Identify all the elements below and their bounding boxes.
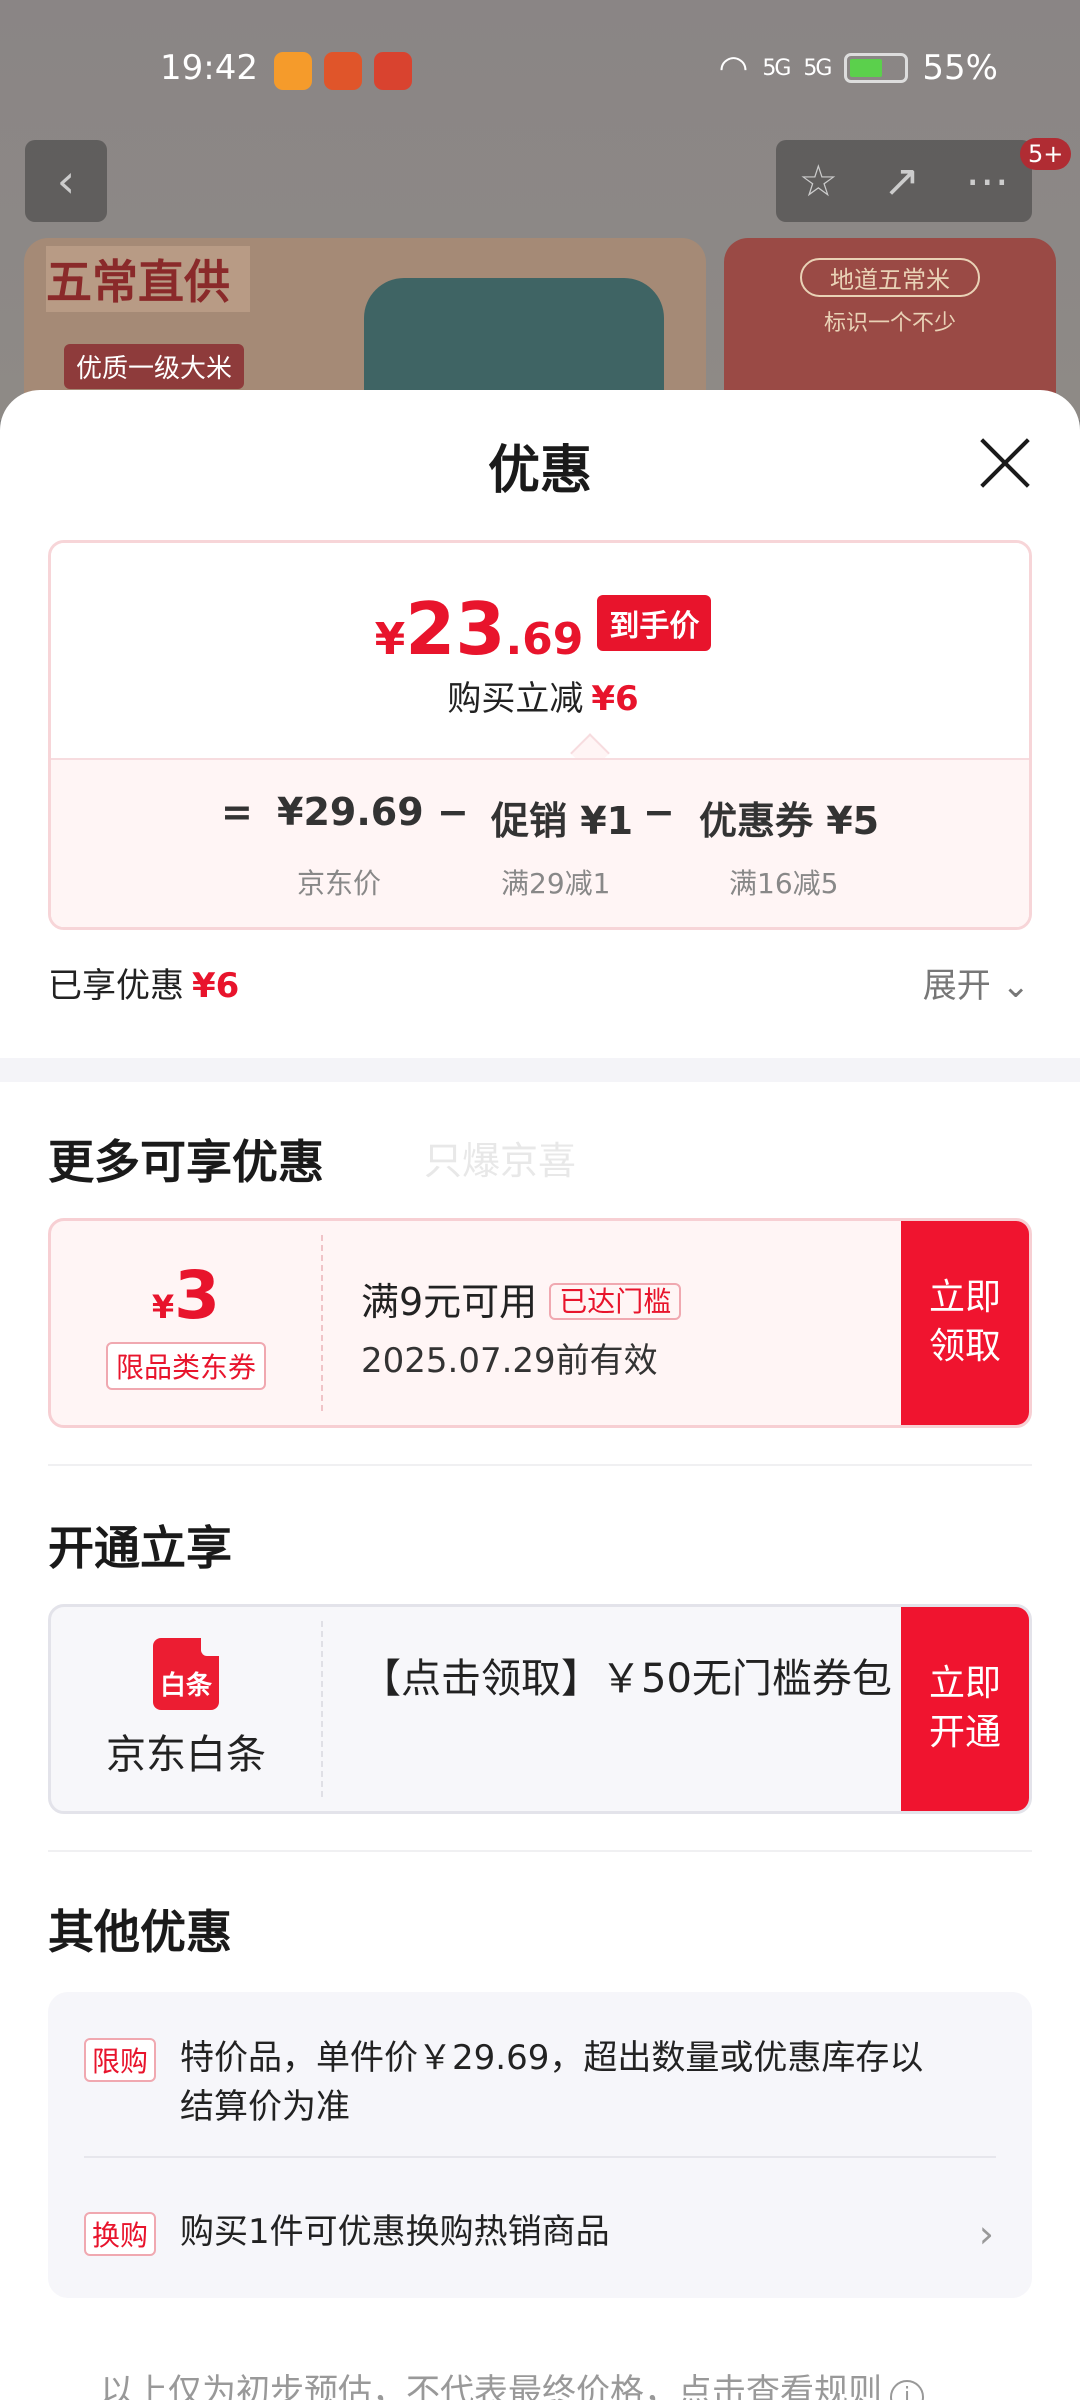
app-notification-icon	[374, 52, 412, 90]
notification-icons	[274, 52, 412, 90]
baitiao-offer-text: 【点击领取】￥50无门槛券包	[361, 1656, 892, 1702]
top-action-bar: ☆ ↗ ⋯	[776, 140, 1032, 222]
formula-minus: −	[643, 790, 675, 834]
claim-coupon-label: 立即 领取	[928, 1277, 1001, 1367]
final-price-section: ¥23.69 到手价 购买立减 ¥6	[51, 543, 1029, 758]
other-discounts-box: 限购 特价品，单件价￥29.69，超出数量或优惠库存以结算价为准 换购 购买1件…	[48, 1992, 1032, 2298]
battery-percent: 55%	[922, 48, 998, 88]
status-bar: 19:42 ◠ 5G 5G 55%	[0, 40, 1080, 104]
app-notification-icon	[274, 52, 312, 90]
formula-equals: =	[221, 790, 253, 834]
open-baitiao-button[interactable]: 立即 开通	[901, 1607, 1029, 1811]
close-icon[interactable]	[978, 436, 1032, 490]
enjoyed-label: 已享优惠	[48, 966, 184, 1006]
jd-price-label: 京东价	[297, 867, 382, 900]
signal-icon: 5G	[762, 55, 791, 81]
reduction-label: 购买立减	[447, 679, 584, 719]
price-decimal: .69	[505, 614, 584, 665]
favorite-star-icon[interactable]: ☆	[799, 156, 838, 207]
promo-label: 满29减1	[501, 867, 611, 900]
price-formula: = ¥29.69 京东价 − 促销 ¥1 满29减1 − 优惠券 ¥5 满16减…	[51, 758, 1029, 927]
coupon-category-tag: 限品类东券	[105, 1341, 266, 1390]
footer-disclaimer[interactable]: 以上仅为初步预估，不代表最终价格，点击查看规则 i	[100, 2364, 924, 2400]
message-badge: 5+	[1020, 138, 1072, 170]
section-divider	[0, 1058, 1080, 1082]
open-baitiao-label: 立即 开通	[928, 1663, 1001, 1753]
info-icon[interactable]: i	[890, 2380, 924, 2400]
footer-text: 以上仅为初步预估，不代表最终价格，点击查看规则	[100, 2372, 882, 2400]
chevron-left-icon: ‹	[56, 154, 76, 208]
open-benefit-title: 开通立享	[48, 1521, 232, 1575]
sheet-title: 优惠	[487, 441, 592, 501]
price-breakdown-card: ¥23.69 到手价 购买立减 ¥6 = ¥29.69 京东价 − 促销 ¥1 满2…	[48, 540, 1032, 930]
divider	[48, 1464, 1032, 1466]
limit-purchase-text: 特价品，单件价￥29.69，超出数量或优惠库存以结算价为准	[180, 2038, 924, 2128]
discount-sheet: 优惠 ¥23.69 到手价 购买立减 ¥6 = ¥29.69 京东价 − 促销 ¥1…	[0, 390, 1080, 2400]
jd-price-value: ¥29.69	[277, 790, 424, 834]
signal-icon: 5G	[803, 55, 832, 81]
coupon-expiry: 2025.07.29前有效	[361, 1341, 658, 1381]
baitiao-icon: 白条	[153, 1638, 219, 1710]
coupon-value: 优惠券 ¥5	[699, 799, 880, 843]
battery-icon	[844, 53, 909, 83]
limit-purchase-tag: 限购	[84, 2038, 157, 2082]
banner-tag: 优质一级大米	[64, 344, 245, 389]
final-price: ¥23.69 到手价	[51, 587, 1029, 671]
row-divider	[84, 2156, 996, 2158]
threshold-met-badge: 已达门槛	[549, 1283, 682, 1320]
coupon-currency: ¥	[151, 1287, 175, 1326]
instant-reduction: 购买立减 ¥6	[51, 671, 1029, 720]
app-notification-icon	[324, 52, 362, 90]
coupon-card: ¥3 限品类东券 满9元可用 已达门槛 2025.07.29前有效 立即 领取	[48, 1218, 1032, 1428]
promo-value: 促销 ¥1	[491, 799, 634, 843]
baitiao-card: 白条 京东白条 【点击领取】￥50无门槛券包 立即 开通	[48, 1604, 1032, 1814]
divider	[48, 1850, 1032, 1852]
watermark-text: 只爆京喜	[424, 1139, 577, 1183]
coupon-amount: ¥3	[152, 1257, 220, 1334]
other-discounts-title: 其他优惠	[48, 1905, 232, 1959]
coupon-label: 满16减5	[729, 867, 839, 900]
banner-title: 五常直供	[46, 246, 250, 312]
banner-right-subtitle: 标识一个不少	[823, 311, 956, 336]
chevron-right-icon[interactable]: ›	[979, 2212, 994, 2256]
baitiao-label: 京东白条	[106, 1732, 266, 1778]
more-icon[interactable]: ⋯	[965, 156, 1009, 207]
claim-coupon-button[interactable]: 立即 领取	[901, 1221, 1029, 1425]
exchange-purchase-text: 购买1件可优惠换购热销商品	[180, 2212, 610, 2252]
coupon-condition: 满9元可用 已达门槛	[361, 1271, 682, 1326]
coupon-dashed-divider	[321, 1235, 323, 1411]
share-icon[interactable]: ↗	[883, 156, 920, 207]
exchange-purchase-tag: 换购	[84, 2212, 157, 2256]
reduction-value: ¥6	[591, 679, 639, 719]
banner-right-title: 地道五常米	[800, 258, 980, 297]
wifi-icon: ◠	[718, 48, 749, 88]
back-button[interactable]: ‹	[25, 140, 107, 222]
baitiao-brand-block: 白条 京东白条	[51, 1607, 321, 1811]
enjoyed-discount: 已享优惠 ¥6	[48, 958, 239, 1007]
coupon-amount-block: ¥3 限品类东券	[51, 1221, 321, 1425]
status-time: 19:42	[160, 48, 258, 88]
coupon-amount-value: 3	[174, 1256, 221, 1334]
card-dashed-divider	[321, 1621, 323, 1797]
enjoyed-value: ¥6	[192, 966, 240, 1006]
baitiao-icon-text: 白条	[159, 1671, 212, 1701]
formula-minus: −	[437, 790, 469, 834]
final-price-tag: 到手价	[597, 595, 712, 651]
price-integer: 23	[405, 587, 506, 671]
more-discounts-title: 更多可享优惠	[48, 1135, 324, 1189]
status-right: ◠ 5G 5G 55%	[719, 48, 998, 88]
coupon-condition-text: 满9元可用	[361, 1280, 538, 1324]
price-currency: ¥	[374, 614, 406, 665]
expand-button[interactable]: 展开 ⌄	[923, 958, 1030, 1007]
